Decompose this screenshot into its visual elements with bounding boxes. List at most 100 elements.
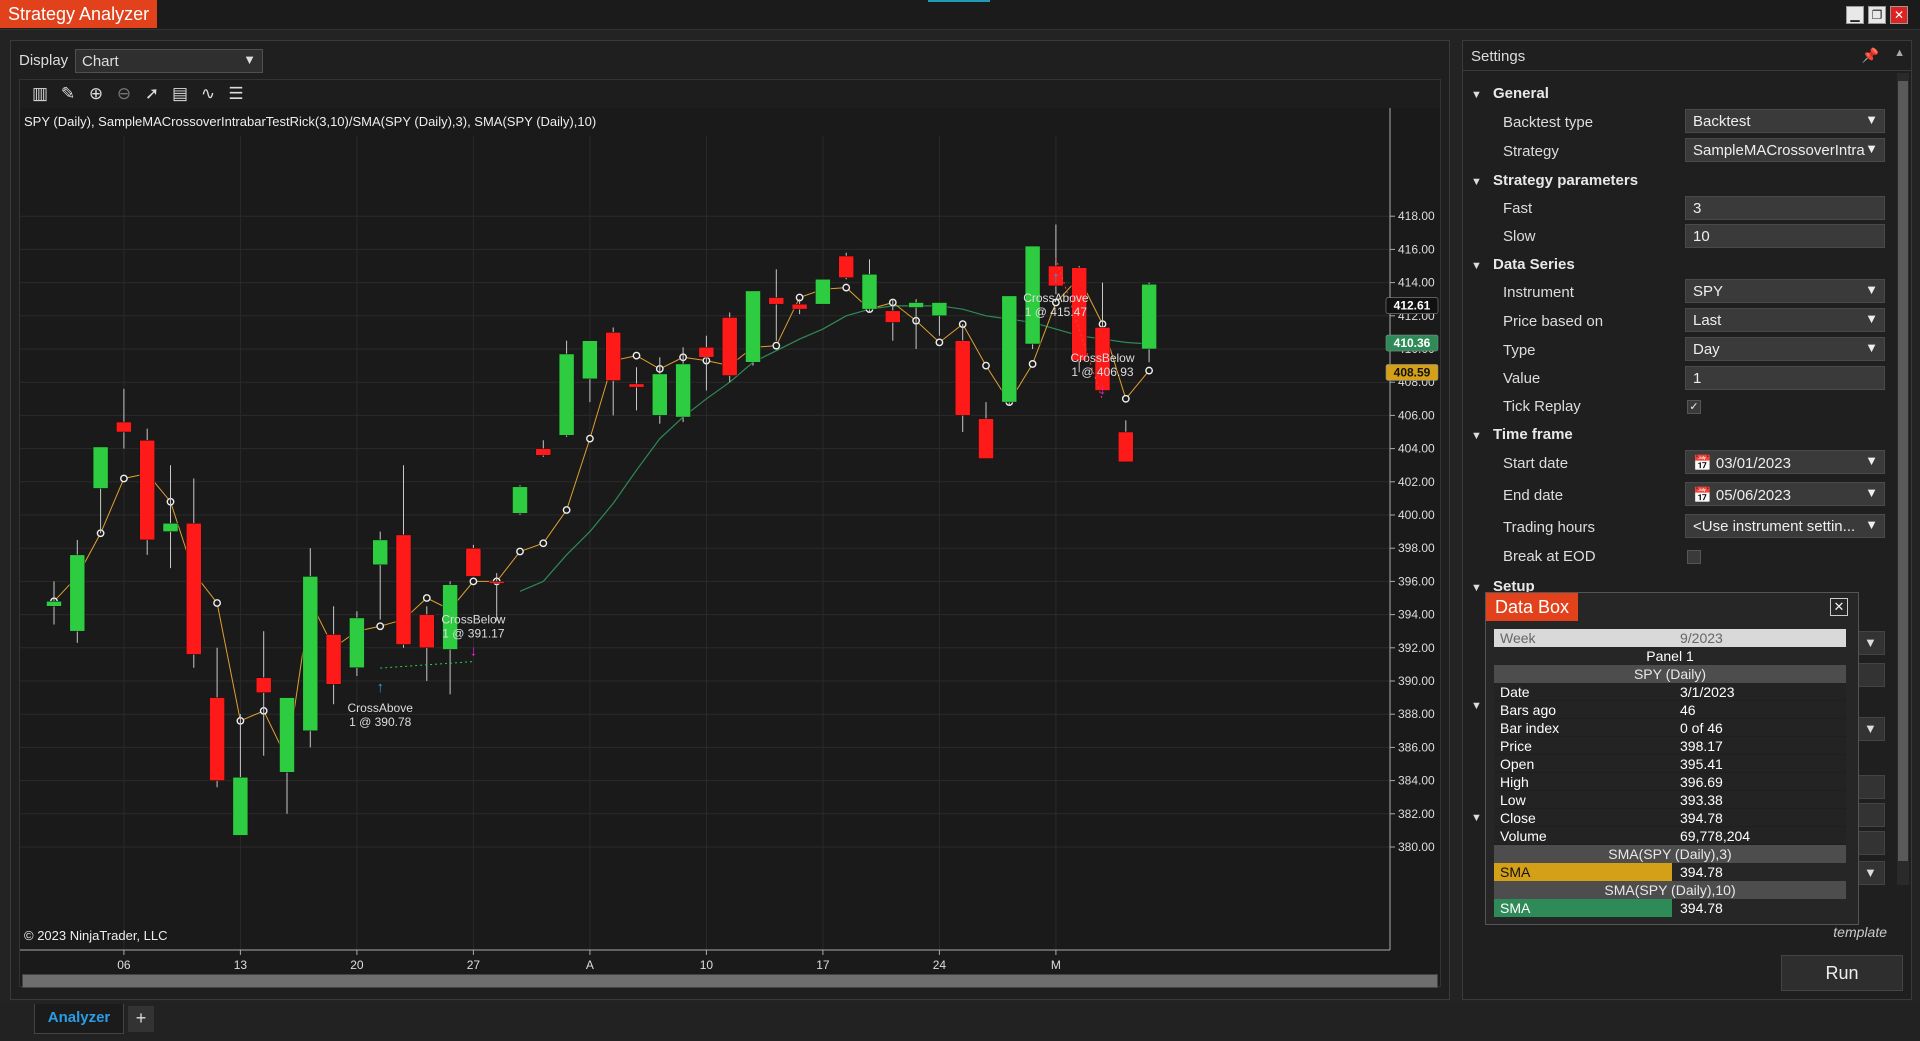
properties-icon[interactable]: ▤ — [168, 83, 192, 105]
tick-replay-label: Tick Replay — [1503, 398, 1581, 415]
data-box-value: 398.17 — [1680, 738, 1723, 754]
break-at-eod-checkbox[interactable] — [1687, 550, 1701, 564]
data-box-key: Close — [1500, 810, 1536, 826]
data-box-row: Date 3/1/2023 — [1494, 683, 1846, 701]
chevron-down-icon: ▼ — [1865, 282, 1878, 297]
hidden-field[interactable] — [1855, 831, 1885, 855]
week-row: Week 9/2023 — [1494, 629, 1846, 647]
display-label: Display — [19, 52, 69, 69]
pointer-icon[interactable]: ➚ — [140, 83, 164, 105]
slow-input[interactable]: 10 — [1685, 224, 1885, 248]
settings-scrollbar[interactable] — [1897, 73, 1909, 885]
category-strategy-parameters[interactable]: ▼ Strategy parameters — [1471, 172, 1638, 189]
minimize-button[interactable]: ▁ — [1846, 6, 1864, 24]
data-box-key: Price — [1500, 738, 1532, 754]
hidden-field[interactable] — [1855, 663, 1885, 687]
horizontal-scrollbar[interactable] — [22, 974, 1438, 988]
x-tick-label: 06 — [117, 958, 131, 972]
collapse-triangle-icon: ▼ — [1471, 812, 1482, 824]
collapse-triangle-icon: ▼ — [1471, 89, 1482, 101]
close-icon[interactable]: ✕ — [1830, 598, 1848, 616]
sma-fast-dot — [982, 361, 990, 370]
chevron-down-icon: ▼ — [1865, 311, 1878, 326]
hidden-field[interactable] — [1855, 803, 1885, 827]
y-tick-label: 392.00 — [1398, 641, 1435, 655]
sma-fast-dot — [469, 577, 478, 586]
candle-down — [209, 697, 225, 781]
value-input[interactable]: 1 — [1685, 366, 1885, 390]
chart-area[interactable]: ▥ ✎ ⊕ ⊖ ➚ ▤ ∿ ☰ ↑ CrossAbove 1 @ 390.78 ↓ Cr… — [19, 79, 1441, 988]
end-date-picker[interactable]: 📅 05/06/2023 ▼ — [1685, 482, 1885, 506]
hidden-dropdown[interactable]: ▼ — [1855, 861, 1885, 885]
x-tick-label: 20 — [350, 958, 364, 972]
candle-up — [582, 340, 598, 380]
sma-fast-dot — [422, 594, 431, 602]
trading-hours-select[interactable]: <Use instrument settin... ▼ — [1685, 514, 1885, 538]
scrollbar-thumb[interactable] — [1898, 81, 1908, 861]
trading-hours-label: Trading hours — [1503, 519, 1595, 536]
bar-chart-icon[interactable]: ▥ — [28, 83, 52, 105]
chevron-down-icon: ▼ — [1865, 485, 1878, 500]
calendar-icon: 📅 — [1693, 487, 1716, 504]
tab-bar: Analyzer + — [0, 1002, 1920, 1041]
candle-down — [791, 303, 808, 310]
candle-down — [721, 317, 738, 376]
run-button[interactable]: Run — [1781, 955, 1903, 991]
start-date-picker[interactable]: 📅 03/01/2023 ▼ — [1685, 450, 1885, 474]
data-box-key: Bars ago — [1500, 702, 1557, 718]
pencil-icon[interactable]: ✎ — [56, 83, 80, 105]
sma-fast-dot — [586, 434, 594, 443]
zoom-out-icon[interactable]: ⊖ — [112, 83, 136, 105]
tick-replay-checkbox[interactable]: ✓ — [1687, 400, 1701, 414]
pin-icon[interactable]: 📌 — [1862, 47, 1879, 64]
list-icon[interactable]: ☰ — [224, 83, 248, 105]
candle-down — [954, 340, 971, 416]
data-box-value: 395.41 — [1680, 756, 1723, 772]
candle-up — [558, 353, 575, 436]
instrument-select[interactable]: SPY ▼ — [1685, 279, 1885, 303]
y-tick-label: 414.00 — [1398, 276, 1435, 290]
scroll-up-icon[interactable]: ▲ — [1894, 47, 1905, 59]
candle-down — [395, 534, 412, 645]
price-chart[interactable]: ↑CrossAbove1 @ 390.78↓CrossBelow1 @ 391.… — [20, 108, 1440, 972]
fast-input[interactable]: 3 — [1685, 196, 1885, 220]
slow-label: Slow — [1503, 228, 1536, 245]
hidden-field[interactable] — [1855, 775, 1885, 799]
chart-background — [20, 108, 1440, 972]
display-select[interactable]: Chart ▼ — [75, 49, 263, 73]
data-box-value: 394.78 — [1680, 810, 1723, 826]
backtest-type-select[interactable]: Backtest ▼ — [1685, 109, 1885, 133]
y-tick-label: 398.00 — [1398, 541, 1435, 555]
candle-up — [1001, 295, 1018, 403]
category-general[interactable]: ▼ General — [1471, 85, 1549, 102]
indicator-icon[interactable]: ∿ — [196, 83, 220, 105]
restore-button[interactable]: ❐ — [1868, 6, 1886, 24]
tab-analyzer[interactable]: Analyzer — [34, 1004, 124, 1034]
data-box-value: 46 — [1680, 702, 1696, 718]
trade-label: 1 @ 391.17 — [442, 627, 505, 641]
candle-up — [372, 539, 388, 566]
data-box-header[interactable]: Data Box ✕ — [1486, 593, 1858, 621]
zoom-in-icon[interactable]: ⊕ — [84, 83, 108, 105]
y-tick-label: 394.00 — [1398, 608, 1435, 622]
collapse-triangle-icon: ▼ — [1471, 176, 1482, 188]
price-marker-label: 412.61 — [1394, 299, 1431, 313]
category-time-frame[interactable]: ▼ Time frame — [1471, 426, 1573, 443]
candle-up — [815, 279, 831, 305]
hidden-dropdown[interactable]: ▼ — [1855, 631, 1885, 655]
close-button[interactable]: ✕ — [1890, 6, 1908, 24]
y-tick-label: 388.00 — [1398, 707, 1435, 721]
display-value: Chart — [82, 53, 119, 70]
template-label[interactable]: template — [1833, 924, 1887, 940]
price-based-on-select[interactable]: Last ▼ — [1685, 308, 1885, 332]
add-tab-button[interactable]: + — [128, 1006, 154, 1032]
strategy-select[interactable]: SampleMACrossoverIntra ▼ — [1685, 138, 1885, 162]
y-tick-label: 386.00 — [1398, 740, 1435, 754]
hidden-dropdown[interactable]: ▼ — [1855, 717, 1885, 741]
data-box-title: Data Box — [1486, 593, 1579, 621]
chevron-down-icon: ▼ — [1865, 453, 1878, 468]
category-data-series[interactable]: ▼ Data Series — [1471, 256, 1575, 273]
instrument-value: SPY — [1693, 283, 1724, 300]
candle-down — [605, 332, 621, 381]
type-select[interactable]: Day ▼ — [1685, 337, 1885, 361]
